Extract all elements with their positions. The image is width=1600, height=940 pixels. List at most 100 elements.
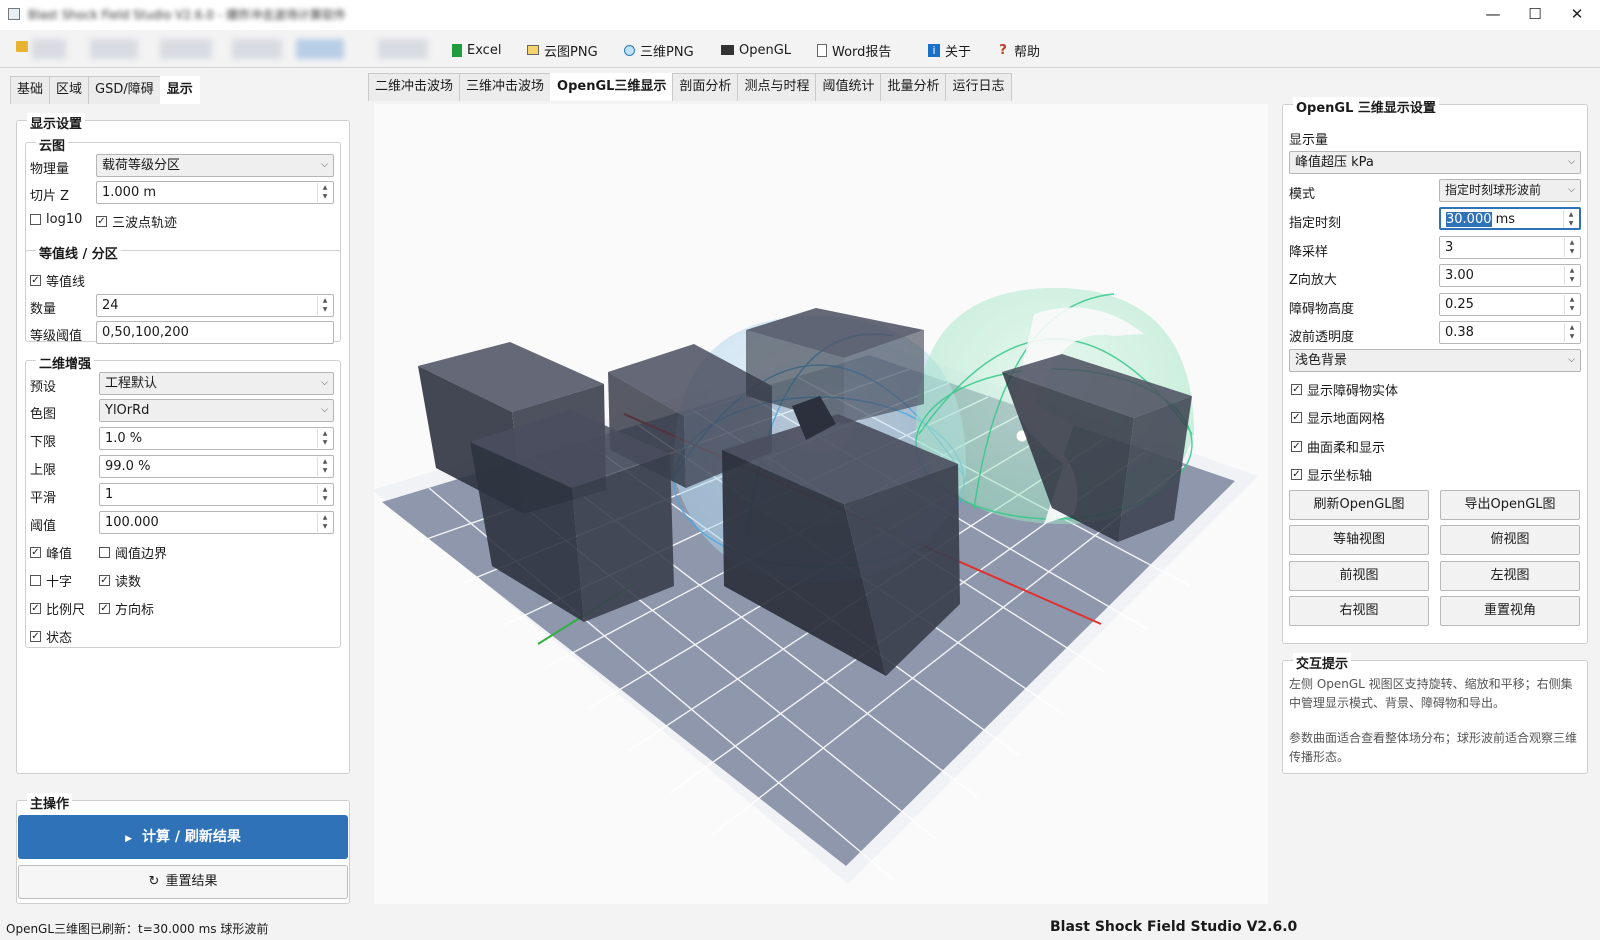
minimize-button[interactable]: — [1470,0,1516,30]
globe-icon [624,44,635,56]
maximize-button[interactable]: ☐ [1512,0,1558,30]
status-message: OpenGL三维图已刷新：t=30.000 ms 球形波前 [6,922,269,936]
preset-label: 预设 [30,380,57,395]
spin-arrows-icon[interactable]: ▲ ▼ [317,513,332,532]
tab-opengl-3d[interactable]: OpenGL三维显示 [550,73,674,101]
crosshair-checkbox[interactable]: 十字 [30,571,72,590]
tab-2d-shock-field[interactable]: 二维冲击波场 [368,73,461,101]
question-icon: ? [999,42,1007,58]
spin-arrows-icon[interactable]: ▲ ▼ [1564,323,1579,342]
three-d-png-button[interactable]: 三维PNG [624,38,694,62]
opengl-button[interactable]: OpenGL [721,38,791,62]
tab-threshold-stats[interactable]: 阈值统计 [815,73,882,101]
blurred-toolbar-item[interactable] [232,39,282,59]
cloud-png-button[interactable]: 云图PNG [527,38,598,62]
z-scale-label: Z向放大 [1289,273,1337,288]
spin-arrows-icon[interactable]: ▲ ▼ [317,457,332,476]
chevron-down-icon: ⌵ [321,378,328,388]
tab-display[interactable]: 显示 [159,76,200,104]
tab-profile-analysis[interactable]: 剖面分析 [672,73,739,101]
opengl-scene[interactable] [374,104,1268,904]
mode-select[interactable]: 指定时刻球形波前 ⌵ [1439,179,1581,202]
readout-checkbox[interactable]: ✓ 读数 [99,571,141,590]
view-tab-bar: 二维冲击波场 三维冲击波场 OpenGL三维显示 剖面分析 测点与时程 阈值统计… [368,73,1012,101]
display-qty-label: 显示量 [1289,133,1329,148]
tab-region[interactable]: 区域 [49,76,90,104]
left-tab-bar: 基础 区域 GSD/障碍 显示 [10,76,200,104]
tab-run-log[interactable]: 运行日志 [945,73,1012,101]
spin-arrows-icon[interactable]: ▲ ▼ [317,485,332,504]
compute-button[interactable]: ▶ 计算 / 刷新结果 [18,815,348,859]
spin-arrows-icon[interactable]: ▲ ▼ [317,296,332,315]
show-obstacles-checkbox[interactable]: ✓ 显示障碍物实体 [1291,380,1398,399]
excel-button[interactable]: Excel [452,38,501,62]
threshold-border-checkbox[interactable]: 阈值边界 [99,543,167,562]
obstacle-height-spinbox[interactable]: 0.25 ▲ ▼ [1439,293,1581,316]
peak-checkbox[interactable]: ✓ 峰值 [30,543,72,562]
main-ops-panel: 主操作 ▶ 计算 / 刷新结果 ↻ 重置结果 [16,793,350,904]
tab-batch-analysis[interactable]: 批量分析 [880,73,947,101]
refresh-opengl-button[interactable]: 刷新OpenGL图 [1289,490,1429,520]
blurred-toolbar-item[interactable] [32,39,66,59]
status-checkbox[interactable]: ✓ 状态 [30,627,72,646]
upper-spinbox[interactable]: 99.0 % ▲ ▼ [99,455,334,478]
spin-arrows-icon[interactable]: ▲ ▼ [1564,295,1579,314]
triple-point-checkbox[interactable]: ✓ 三波点轨迹 [96,212,177,231]
iso-view-button[interactable]: 等轴视图 [1289,525,1429,555]
smooth-spinbox[interactable]: 1 ▲ ▼ [99,483,334,506]
front-view-button[interactable]: 前视图 [1289,561,1429,591]
reset-view-button[interactable]: 重置视角 [1440,596,1580,626]
threshold-spinbox[interactable]: 100.000 ▲ ▼ [99,511,334,534]
right-view-button[interactable]: 右视图 [1289,596,1429,626]
z-scale-spinbox[interactable]: 3.00 ▲ ▼ [1439,264,1581,287]
tab-gauges-history[interactable]: 测点与时程 [737,73,817,101]
smooth-surface-checkbox[interactable]: ✓ 曲面柔和显示 [1291,437,1385,456]
show-grid-checkbox[interactable]: ✓ 显示地面网格 [1291,408,1385,427]
help-button[interactable]: ? 帮助 [997,38,1040,62]
spin-arrows-icon[interactable]: ▲ ▼ [1563,210,1578,228]
spin-arrows-icon[interactable]: ▲ ▼ [317,183,332,202]
spin-arrows-icon[interactable]: ▲ ▼ [317,429,332,448]
count-spinbox[interactable]: 24 ▲ ▼ [96,294,334,317]
log10-checkbox[interactable]: log10 [30,212,82,227]
show-axes-checkbox[interactable]: ✓ 显示坐标轴 [1291,465,1372,484]
opengl-viewport[interactable] [374,104,1268,904]
blurred-toolbar-item[interactable] [160,39,212,59]
contour-group-title: 等值线 / 分区 [36,243,121,262]
tab-3d-shock-field[interactable]: 三维冲击波场 [459,73,552,101]
display-qty-select[interactable]: 峰值超压 kPa ⌵ [1289,151,1581,174]
spin-arrows-icon[interactable]: ▲ ▼ [1564,266,1579,285]
close-button[interactable]: ✕ [1554,0,1600,30]
word-report-button[interactable]: Word报告 [817,38,891,62]
about-button[interactable]: i 关于 [928,38,971,62]
slice-z-spinbox[interactable]: 1.000 m ▲ ▼ [96,181,334,204]
export-opengl-button[interactable]: 导出OpenGL图 [1440,490,1580,520]
downsample-spinbox[interactable]: 3 ▲ ▼ [1439,236,1581,259]
blurred-toolbar-item[interactable] [90,39,138,59]
lower-label: 下限 [30,435,57,450]
count-label: 数量 [30,302,57,317]
enhance-group-title: 二维增强 [36,353,95,372]
folder-icon[interactable] [16,41,28,52]
physical-select[interactable]: 载荷等级分区 ⌵ [96,154,334,177]
spin-arrows-icon[interactable]: ▲ ▼ [1564,238,1579,257]
time-spinbox[interactable]: 30.000 ms ▲ ▼ [1439,207,1581,230]
preset-select[interactable]: 工程默认 ⌵ [99,372,334,395]
colormap-select[interactable]: YlOrRd ⌵ [99,399,334,422]
top-view-button[interactable]: 俯视图 [1440,525,1580,555]
lower-spinbox[interactable]: 1.0 % ▲ ▼ [99,427,334,450]
scale-bar-checkbox[interactable]: ✓ 比例尺 [30,599,85,618]
tab-basic[interactable]: 基础 [10,76,51,104]
front-alpha-spinbox[interactable]: 0.38 ▲ ▼ [1439,321,1581,344]
left-view-button[interactable]: 左视图 [1440,561,1580,591]
reset-button[interactable]: ↻ 重置结果 [18,865,348,899]
blurred-toolbar-item[interactable] [378,39,428,59]
play-icon: ▶ [125,834,133,844]
level-threshold-input[interactable]: 0,50,100,200 [96,321,334,344]
north-arrow-checkbox[interactable]: ✓ 方向标 [99,599,154,618]
background-select[interactable]: 浅色背景 ⌵ [1289,349,1581,372]
contour-checkbox[interactable]: ✓ 等值线 [30,271,85,290]
tab-gsd-obstacle[interactable]: GSD/障碍 [88,76,161,104]
physical-label: 物理量 [30,162,70,177]
blurred-toolbar-item[interactable] [296,39,344,59]
